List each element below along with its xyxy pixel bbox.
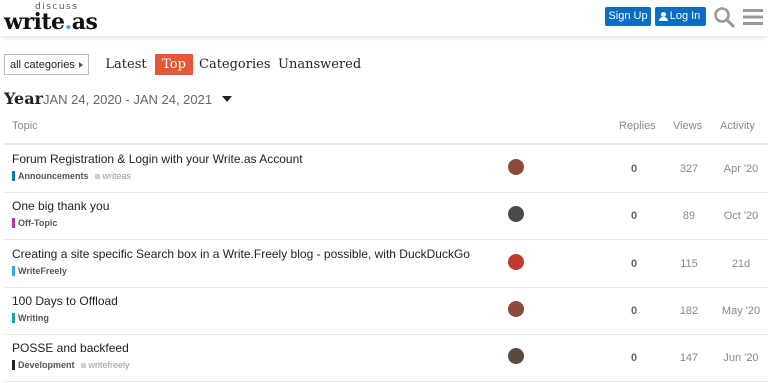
category-color-swatch xyxy=(12,171,15,181)
activity-time[interactable]: May '20 xyxy=(716,305,766,317)
tag-icon xyxy=(94,174,100,179)
category-color-swatch xyxy=(12,266,15,276)
topic-row[interactable]: POSSE and backfeed Development writefreely… xyxy=(4,334,768,382)
replies-count: 0 xyxy=(630,163,638,175)
caret-down-icon[interactable] xyxy=(222,96,232,102)
tab-categories[interactable]: Categories xyxy=(199,54,271,75)
tab-top[interactable]: Top xyxy=(155,54,193,75)
column-header-views[interactable]: Views xyxy=(673,120,702,132)
category-badge[interactable]: Writing xyxy=(18,313,49,323)
topic-title[interactable]: 100 Days to Offload xyxy=(12,294,118,308)
topic-tag[interactable]: writeas xyxy=(103,171,132,181)
topic-meta: Off-Topic xyxy=(12,218,57,229)
topic-title[interactable]: Forum Registration & Login with your Wri… xyxy=(12,152,303,166)
topic-title[interactable]: POSSE and backfeed xyxy=(12,341,129,355)
avatar[interactable] xyxy=(508,159,524,175)
topic-row[interactable]: One big thank you Off-Topic 0 89 Oct '20 xyxy=(4,192,768,240)
activity-time[interactable]: 21d xyxy=(716,258,766,270)
replies-count: 0 xyxy=(630,352,638,364)
topic-row[interactable]: Creating a site specific Search box in a… xyxy=(4,240,768,288)
logo-text: write.as xyxy=(4,9,98,35)
tab-latest[interactable]: Latest xyxy=(104,54,148,75)
views-count: 327 xyxy=(679,163,699,175)
category-dropdown[interactable]: all categories xyxy=(4,54,89,75)
avatar[interactable] xyxy=(508,254,524,270)
category-dropdown-label: all categories xyxy=(10,59,75,71)
tag-icon xyxy=(80,363,86,368)
column-header-activity[interactable]: Activity xyxy=(720,120,755,132)
avatar[interactable] xyxy=(508,206,524,222)
user-icon xyxy=(658,12,668,21)
activity-time[interactable]: Oct '20 xyxy=(716,210,766,222)
views-count: 182 xyxy=(679,305,699,317)
category-badge[interactable]: Development xyxy=(18,360,75,370)
views-count: 115 xyxy=(680,258,698,270)
topic-meta: Development writefreely xyxy=(12,360,130,371)
activity-time[interactable]: Jun '20 xyxy=(716,352,766,364)
topic-nav: all categories Latest Top Categories Una… xyxy=(0,54,768,78)
site-logo[interactable]: discuss write.as xyxy=(4,1,98,35)
period-range: JAN 24, 2020 - JAN 24, 2021 xyxy=(43,92,213,107)
column-header-topic: Topic xyxy=(12,120,38,132)
category-badge[interactable]: Off-Topic xyxy=(18,218,57,228)
topic-meta: Announcements writeas xyxy=(12,171,131,182)
topic-title[interactable]: One big thank you xyxy=(12,199,109,213)
replies-count: 0 xyxy=(630,258,638,270)
topic-row[interactable]: Forum Registration & Login with your Wri… xyxy=(4,145,768,193)
replies-count: 0 xyxy=(630,305,638,317)
topic-title[interactable]: Creating a site specific Search box in a… xyxy=(12,247,470,261)
replies-count: 0 xyxy=(630,210,638,222)
topic-meta: Writing xyxy=(12,313,49,324)
category-badge[interactable]: Announcements xyxy=(18,171,89,181)
category-color-swatch xyxy=(12,218,15,228)
views-count: 147 xyxy=(679,352,699,364)
signup-button[interactable]: Sign Up xyxy=(605,7,651,26)
login-label: Log In xyxy=(669,10,701,22)
avatar[interactable] xyxy=(508,348,524,364)
category-color-swatch xyxy=(12,360,15,370)
topic-row[interactable]: 100 Days to Offload Writing 0 182 May '20 xyxy=(4,287,768,335)
column-header-replies[interactable]: Replies xyxy=(619,120,656,132)
activity-time[interactable]: Apr '20 xyxy=(716,163,766,175)
category-color-swatch xyxy=(12,313,15,323)
search-icon[interactable] xyxy=(713,6,735,28)
avatar[interactable] xyxy=(508,301,524,317)
period-label: Year xyxy=(4,89,44,108)
category-badge[interactable]: WriteFreely xyxy=(18,266,67,276)
login-button[interactable]: Log In xyxy=(655,7,706,26)
hamburger-menu-icon[interactable] xyxy=(742,6,764,28)
topic-tag[interactable]: writefreely xyxy=(89,360,130,370)
caret-right-icon xyxy=(79,62,83,68)
views-count: 89 xyxy=(682,210,696,222)
topic-meta: WriteFreely xyxy=(12,266,67,277)
site-header: discuss write.as Sign Up Log In xyxy=(0,0,768,37)
tab-unanswered[interactable]: Unanswered xyxy=(278,54,361,75)
